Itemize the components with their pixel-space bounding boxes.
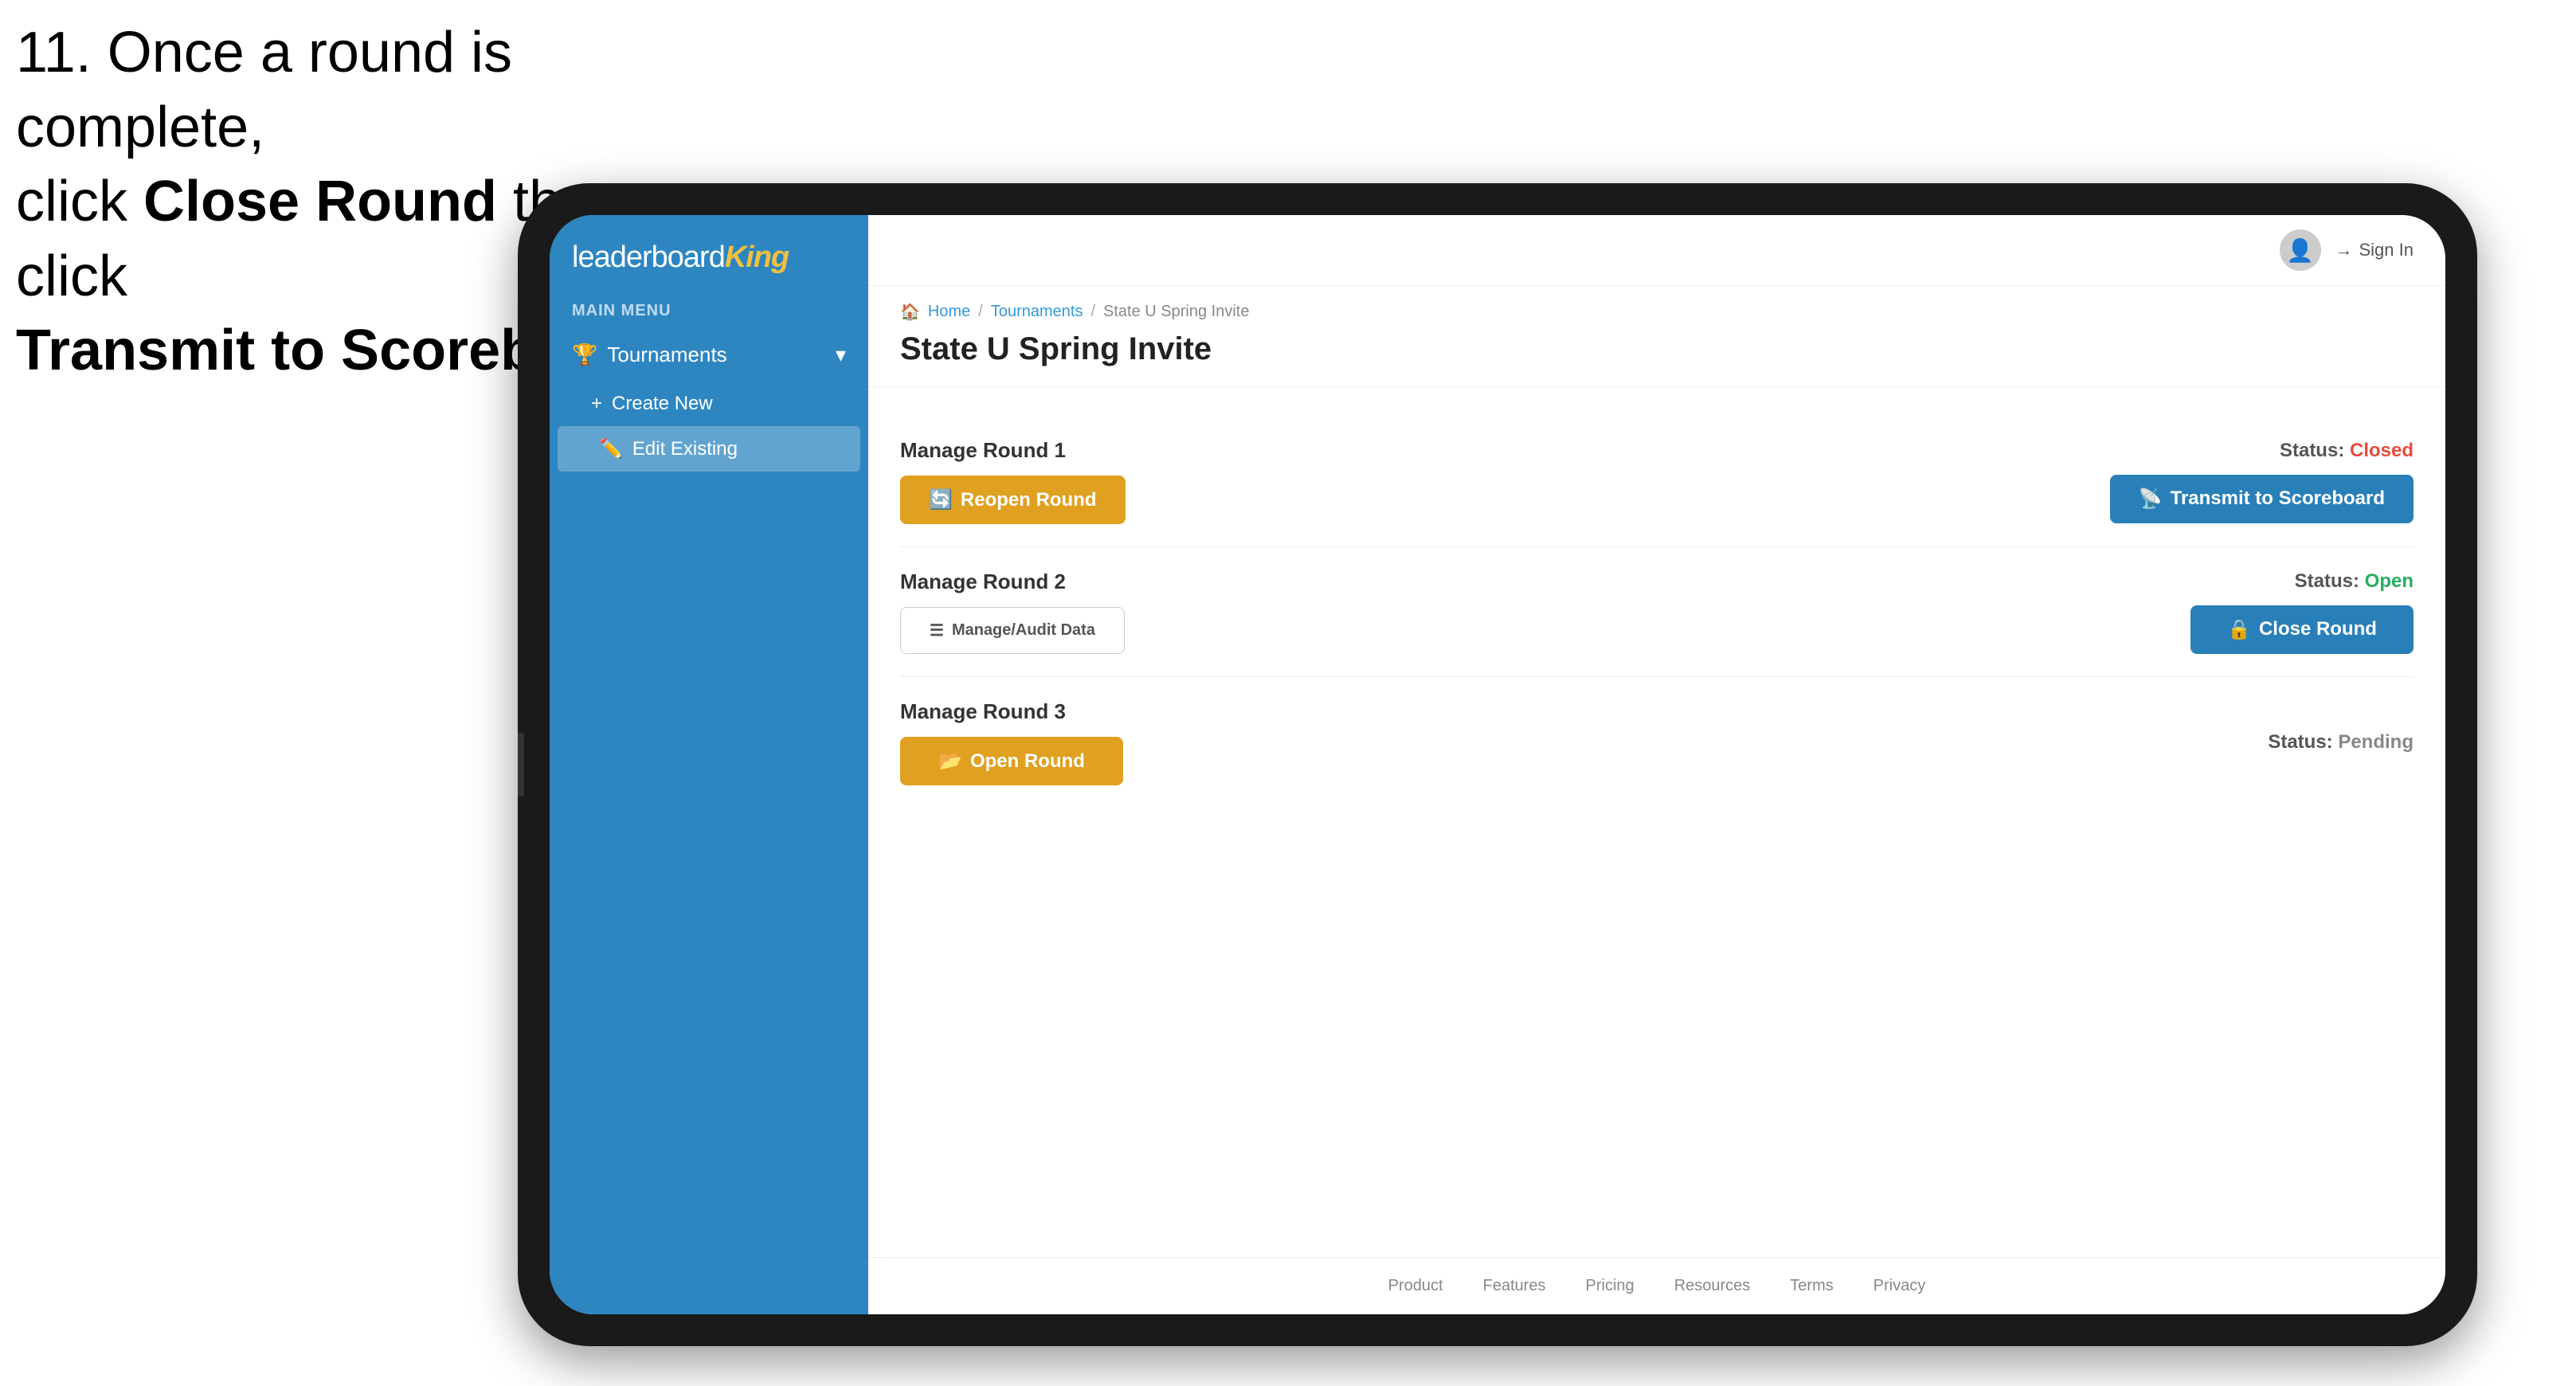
round-3-title: Manage Round 3 [900,699,1123,724]
open-round-icon: 📂 [938,750,962,773]
app-layout: leaderboardKing MAIN MENU 🏆 Tournaments … [550,215,2445,1314]
transmit-label: Transmit to Scoreboard [2171,487,2385,510]
footer-product[interactable]: Product [1388,1277,1443,1295]
transmit-icon: 📡 [2139,487,2163,511]
breadcrumb-sep1: / [978,303,983,321]
content-area: Manage Round 1 🔄 Reopen Round Status: Cl… [868,387,2445,1257]
round-1-title: Manage Round 1 [900,438,1126,463]
sign-in-button[interactable]: → Sign In [2335,240,2414,260]
footer-features[interactable]: Features [1483,1277,1546,1295]
page-title-area: State U Spring Invite [868,322,2445,387]
chevron-down-icon: ▾ [836,343,846,367]
round-1-status-value: Closed [2350,440,2414,461]
audit-icon: ☰ [930,621,944,640]
round-3-left: Manage Round 3 📂 Open Round [900,699,1123,785]
edit-existing-label: Edit Existing [632,438,738,460]
sidebar: leaderboardKing MAIN MENU 🏆 Tournaments … [550,215,868,1314]
round-1-status: Status: Closed [2280,440,2414,462]
instruction-line2: click [16,170,143,233]
breadcrumb: 🏠 Home / Tournaments / State U Spring In… [868,286,2445,322]
breadcrumb-home: 🏠 [900,302,920,322]
tablet-side-button [518,733,524,797]
round-3-card: Manage Round 3 📂 Open Round Status: Pend… [900,677,2414,808]
create-new-label: Create New [612,393,713,415]
main-content: 👤 → Sign In 🏠 Home / Tournaments / State… [868,215,2445,1314]
round-2-title: Manage Round 2 [900,570,1125,594]
footer-resources[interactable]: Resources [1674,1277,1751,1295]
breadcrumb-home-link[interactable]: Home [928,303,970,321]
breadcrumb-tournaments-link[interactable]: Tournaments [991,303,1083,321]
edit-icon: ✏️ [599,437,623,460]
round-3-status-value: Pending [2338,731,2414,753]
user-avatar: 👤 [2280,229,2321,271]
instruction-line1: 11. Once a round is complete, [16,21,512,159]
round-2-left: Manage Round 2 ☰ Manage/Audit Data [900,570,1125,654]
round-2-right: Status: Open 🔒 Close Round [2190,570,2414,654]
open-round-label: Open Round [970,750,1085,773]
sidebar-item-edit-existing[interactable]: ✏️ Edit Existing [558,426,860,472]
reopen-round-button[interactable]: 🔄 Reopen Round [900,476,1126,524]
close-label: Close Round [2259,618,2377,640]
logo: leaderboardKing [572,241,846,275]
plus-icon: + [591,393,602,415]
reopen-icon: 🔄 [929,488,953,511]
sidebar-item-tournaments[interactable]: 🏆 Tournaments ▾ [550,328,868,382]
sidebar-logo: leaderboardKing [550,215,868,291]
transmit-to-scoreboard-button[interactable]: 📡 Transmit to Scoreboard [2110,475,2414,523]
logo-prefix: leaderboard [572,241,725,274]
top-bar: 👤 → Sign In [868,215,2445,286]
trophy-icon: 🏆 [572,343,597,367]
close-icon: 🔒 [2227,618,2251,641]
round-2-status: Status: Open [2295,570,2414,593]
tablet-screen: leaderboardKing MAIN MENU 🏆 Tournaments … [550,215,2445,1314]
footer-pricing[interactable]: Pricing [1586,1277,1634,1295]
close-round-button[interactable]: 🔒 Close Round [2190,605,2414,654]
page-title: State U Spring Invite [900,331,2414,367]
logo-suffix: King [725,241,789,274]
manage-audit-data-button[interactable]: ☰ Manage/Audit Data [900,607,1125,654]
round-3-status: Status: Pending [2268,731,2414,754]
sidebar-menu-label: MAIN MENU [550,291,868,328]
round-1-right: Status: Closed 📡 Transmit to Scoreboard [2110,440,2414,523]
open-round-button[interactable]: 📂 Open Round [900,737,1123,785]
round-2-status-value: Open [2365,570,2414,592]
footer: Product Features Pricing Resources Terms… [868,1257,2445,1314]
instruction-bold1: Close Round [143,170,497,233]
tablet-device: leaderboardKing MAIN MENU 🏆 Tournaments … [518,183,2477,1346]
reopen-label: Reopen Round [961,489,1097,511]
breadcrumb-current: State U Spring Invite [1103,303,1249,321]
breadcrumb-sep2: / [1090,303,1095,321]
footer-privacy[interactable]: Privacy [1873,1277,1926,1295]
audit-label: Manage/Audit Data [952,621,1095,640]
round-1-card: Manage Round 1 🔄 Reopen Round Status: Cl… [900,416,2414,547]
sign-in-icon: → [2335,240,2353,260]
tournaments-label: Tournaments [607,343,726,367]
round-1-left: Manage Round 1 🔄 Reopen Round [900,438,1126,524]
round-2-card: Manage Round 2 ☰ Manage/Audit Data Statu… [900,547,2414,677]
sidebar-item-create-new[interactable]: + Create New [550,382,868,426]
sign-in-label: Sign In [2359,240,2414,260]
round-3-right: Status: Pending [2268,731,2414,754]
footer-terms[interactable]: Terms [1790,1277,1833,1295]
